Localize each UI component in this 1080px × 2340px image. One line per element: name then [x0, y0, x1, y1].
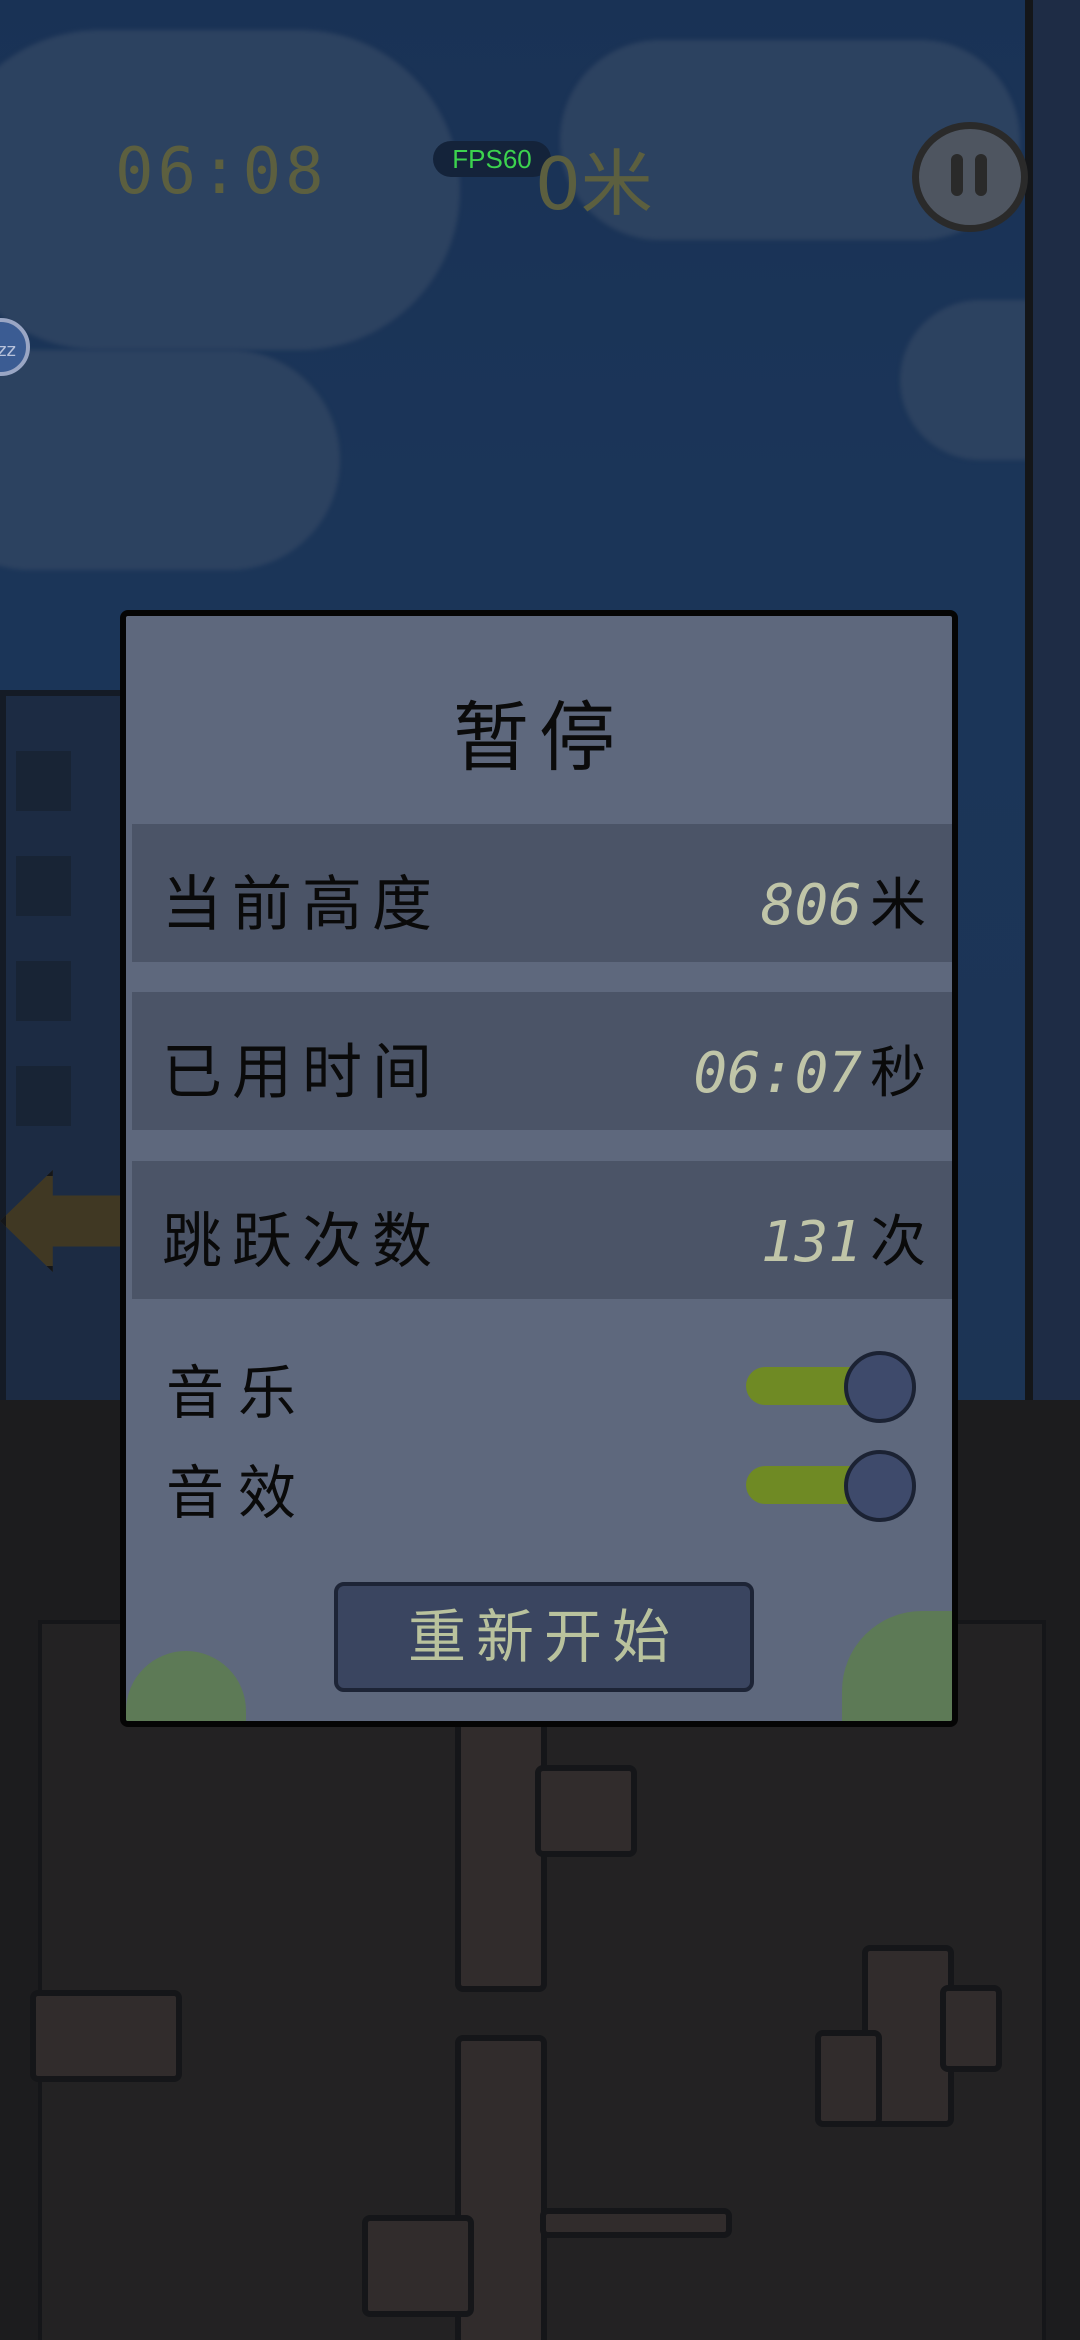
pause-icon	[951, 154, 963, 196]
sfx-label: 音效	[166, 1459, 311, 1527]
hud-timer: 06:08	[115, 135, 328, 209]
hud-height: 0米	[535, 142, 653, 226]
grass-decoration	[126, 1651, 246, 1721]
stat-row-jumps: 跳跃次数 131 次	[132, 1161, 952, 1299]
pause-icon	[975, 154, 987, 196]
toggle-knob	[844, 1450, 916, 1522]
sfx-toggle[interactable]	[746, 1450, 916, 1522]
stat-value: 806 米	[760, 873, 926, 938]
pause-button[interactable]	[912, 122, 1028, 232]
fps-counter: FPS60	[433, 141, 551, 177]
pause-dialog: 暂停 当前高度 806 米 已用时间 06:07 秒 跳跃次数 131 次 音乐 音效…	[120, 610, 958, 1727]
stat-row-time: 已用时间 06:07 秒	[132, 992, 952, 1130]
music-toggle[interactable]	[746, 1351, 916, 1423]
stat-label: 当前高度	[162, 870, 442, 940]
dialog-title: 暂停	[453, 693, 625, 782]
stat-value: 06:07 秒	[693, 1041, 926, 1106]
stat-label: 已用时间	[162, 1038, 442, 1108]
stat-label: 跳跃次数	[162, 1207, 442, 1277]
toggle-knob	[844, 1351, 916, 1423]
stat-row-height: 当前高度 806 米	[132, 824, 952, 962]
stat-value: 131 次	[760, 1210, 926, 1275]
music-label: 音乐	[166, 1359, 311, 1427]
grass-decoration	[842, 1611, 952, 1721]
restart-button[interactable]: 重新开始	[334, 1582, 754, 1692]
